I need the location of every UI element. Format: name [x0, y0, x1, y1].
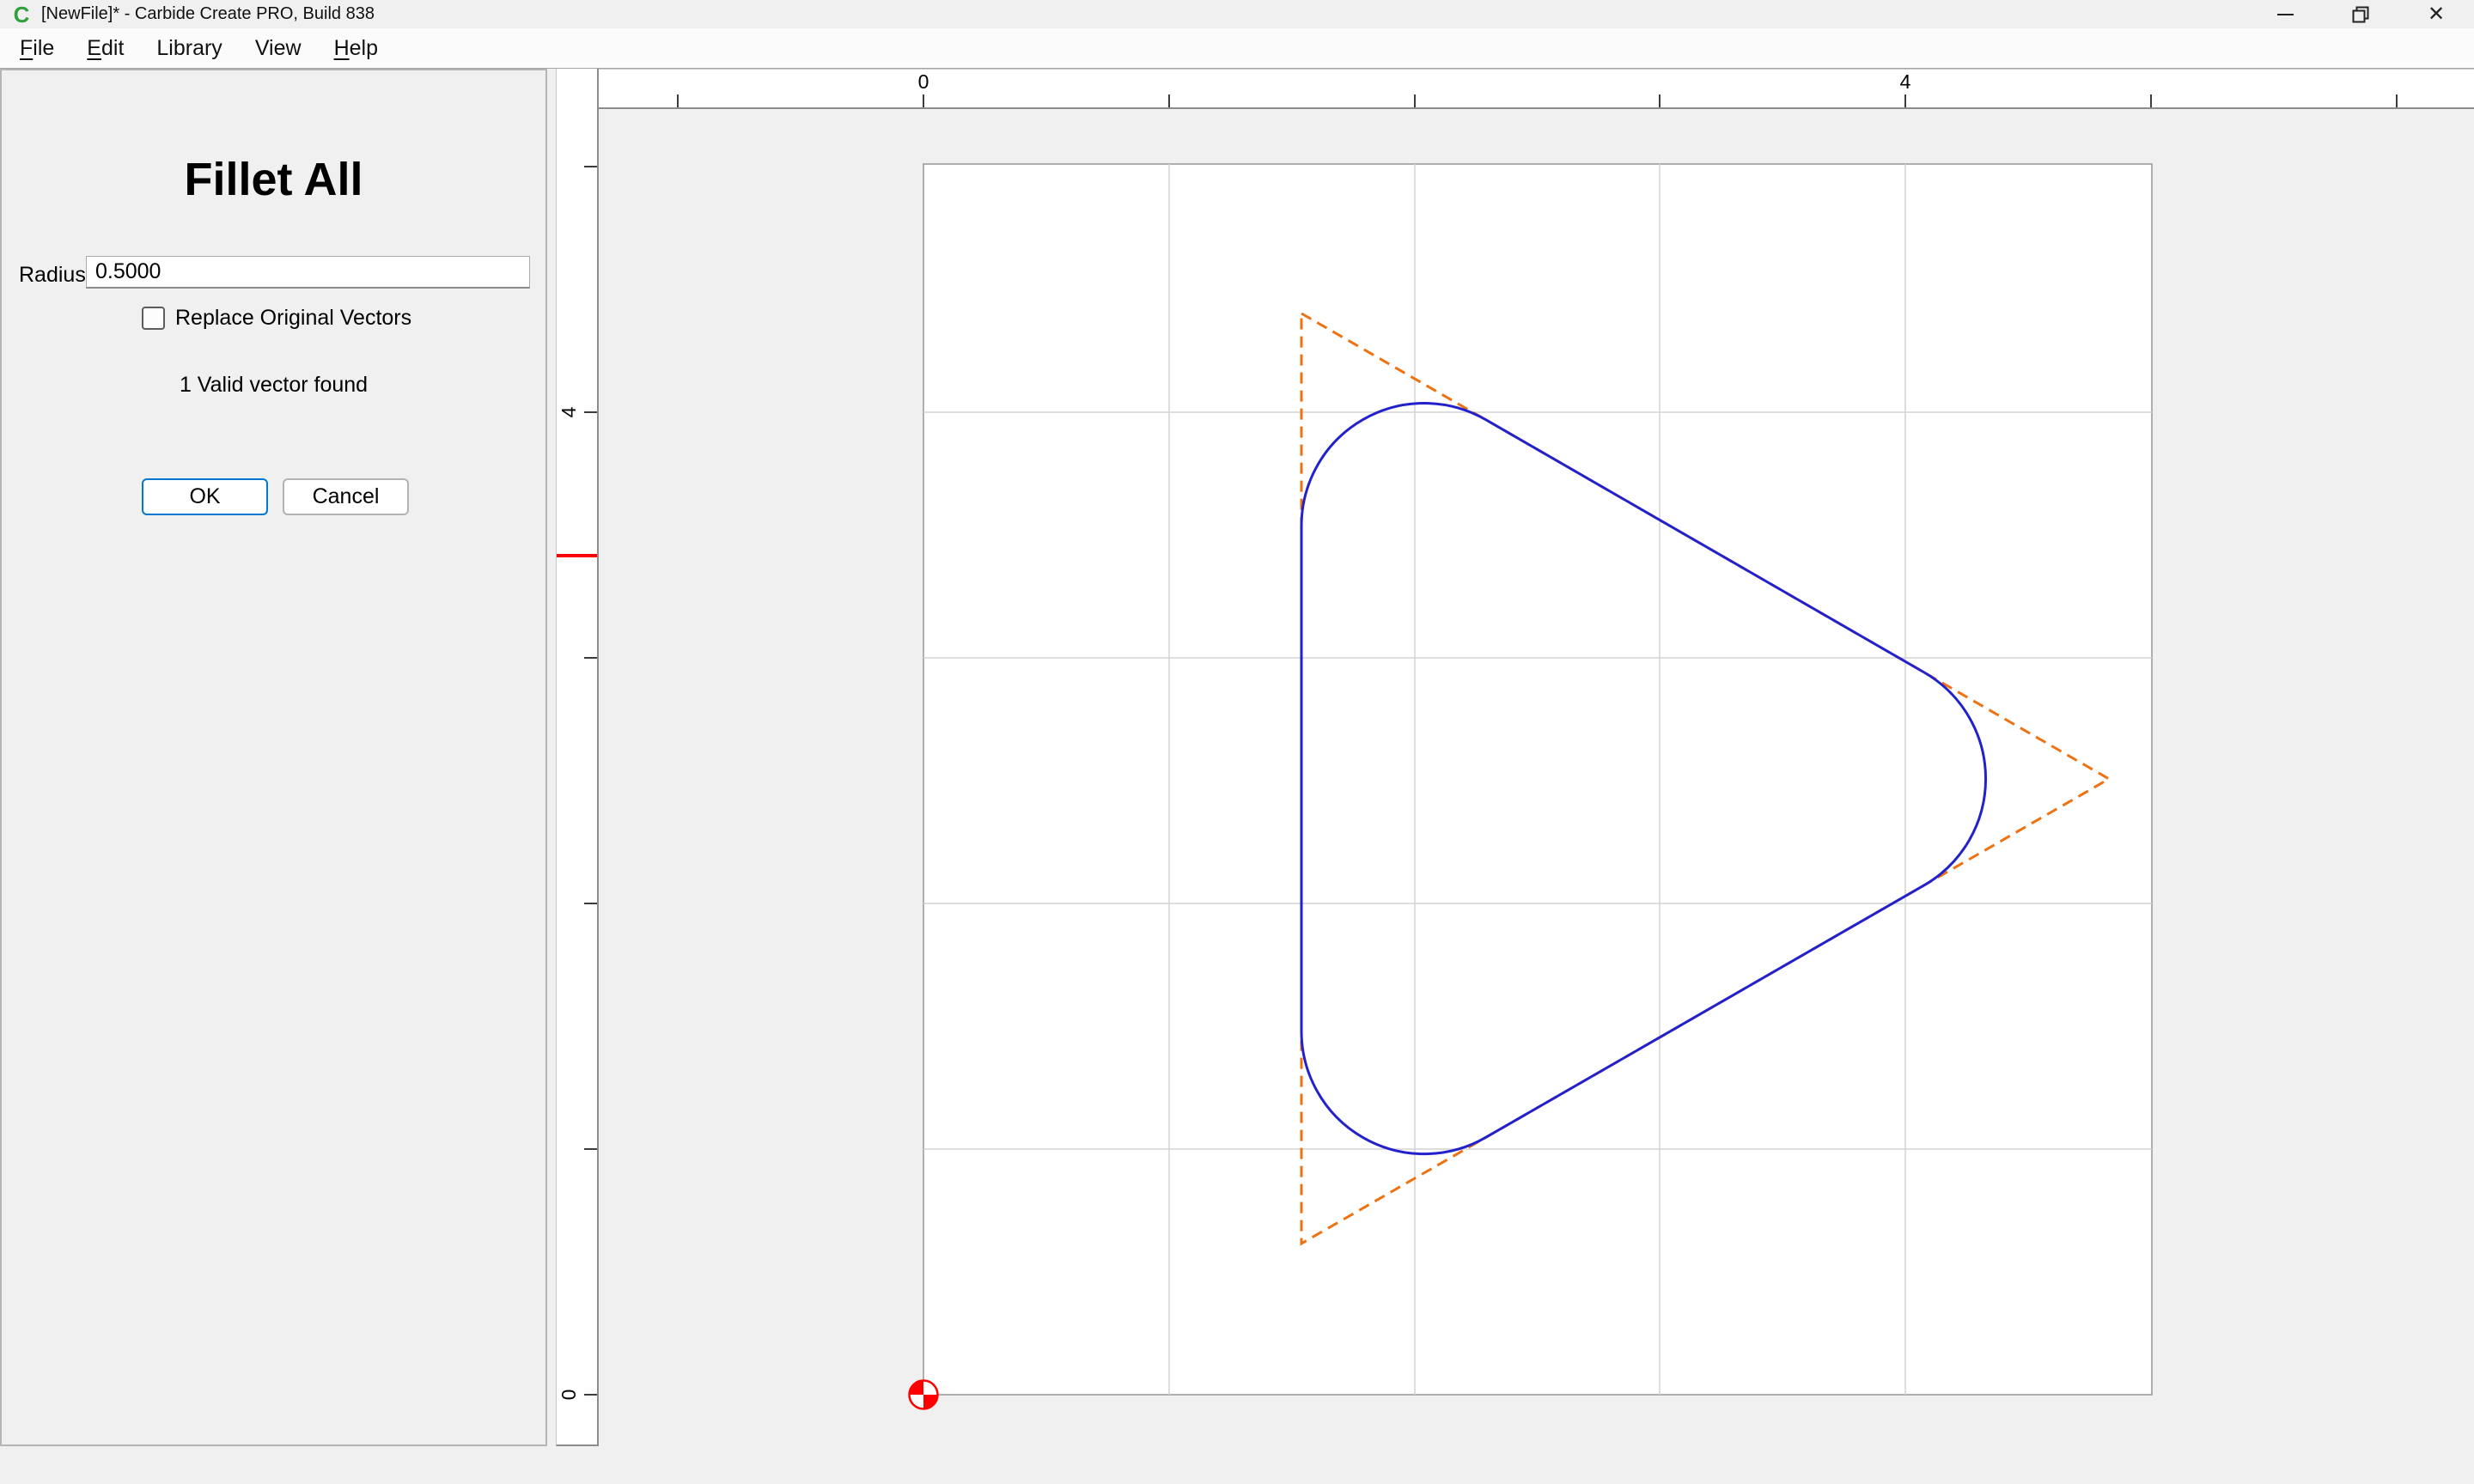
ruler-label: 4 [1886, 70, 1924, 94]
ruler-tick [1168, 94, 1170, 107]
horizontal-ruler: 04 [556, 69, 2474, 109]
menu-edit[interactable]: Edit [74, 36, 137, 61]
ruler-tick [1414, 94, 1416, 107]
restore-button[interactable] [2323, 0, 2398, 28]
minimize-button[interactable] [2247, 0, 2323, 28]
ruler-tick [584, 411, 597, 413]
cancel-button[interactable]: Cancel [283, 478, 409, 515]
app-logo-icon: C [10, 3, 33, 26]
ruler-label: 0 [557, 1380, 581, 1409]
ruler-tick [584, 1394, 597, 1396]
vertical-ruler: 40 [556, 69, 599, 1446]
ruler-position-marker [557, 554, 597, 557]
ruler-tick [1659, 94, 1661, 107]
valid-vector-status: 1 Valid vector found [2, 373, 545, 398]
menu-file[interactable]: File [7, 36, 67, 61]
design-canvas[interactable] [600, 111, 2474, 1484]
close-button[interactable]: ✕ [2398, 0, 2474, 28]
ruler-tick [923, 94, 924, 107]
ruler-tick [2150, 94, 2152, 107]
menu-library[interactable]: Library [143, 36, 235, 61]
close-icon: ✕ [2428, 4, 2445, 25]
ruler-tick [677, 94, 679, 107]
minimize-icon [2277, 14, 2294, 15]
panel-title: Fillet All [2, 153, 545, 206]
replace-original-vectors-checkbox[interactable] [142, 307, 165, 330]
menu-help[interactable]: Help [321, 36, 391, 61]
ruler-tick [2396, 94, 2398, 107]
ruler-label: 4 [557, 398, 581, 427]
radius-input[interactable] [86, 256, 530, 289]
replace-original-vectors-row: Replace Original Vectors [142, 305, 411, 331]
app-window: C [NewFile]* - Carbide Create PRO, Build… [0, 0, 2474, 1484]
ruler-tick [584, 166, 597, 167]
ruler-tick [584, 903, 597, 904]
restore-icon [2351, 5, 2370, 24]
window-title: [NewFile]* - Carbide Create PRO, Build 8… [41, 4, 375, 24]
window-controls: ✕ [2247, 0, 2474, 28]
ruler-tick [1904, 94, 1906, 107]
menu-view[interactable]: View [242, 36, 314, 61]
ruler-label: 0 [905, 70, 942, 94]
ok-button[interactable]: OK [142, 478, 268, 515]
menu-bar: File Edit Library View Help [0, 28, 2474, 69]
radius-label: Radius [19, 261, 86, 289]
title-bar: C [NewFile]* - Carbide Create PRO, Build… [0, 0, 2474, 28]
ruler-tick [584, 1148, 597, 1150]
ruler-tick [584, 657, 597, 659]
replace-original-vectors-label: Replace Original Vectors [175, 306, 411, 331]
fillet-all-panel: Fillet All Radius Replace Original Vecto… [0, 69, 547, 1446]
